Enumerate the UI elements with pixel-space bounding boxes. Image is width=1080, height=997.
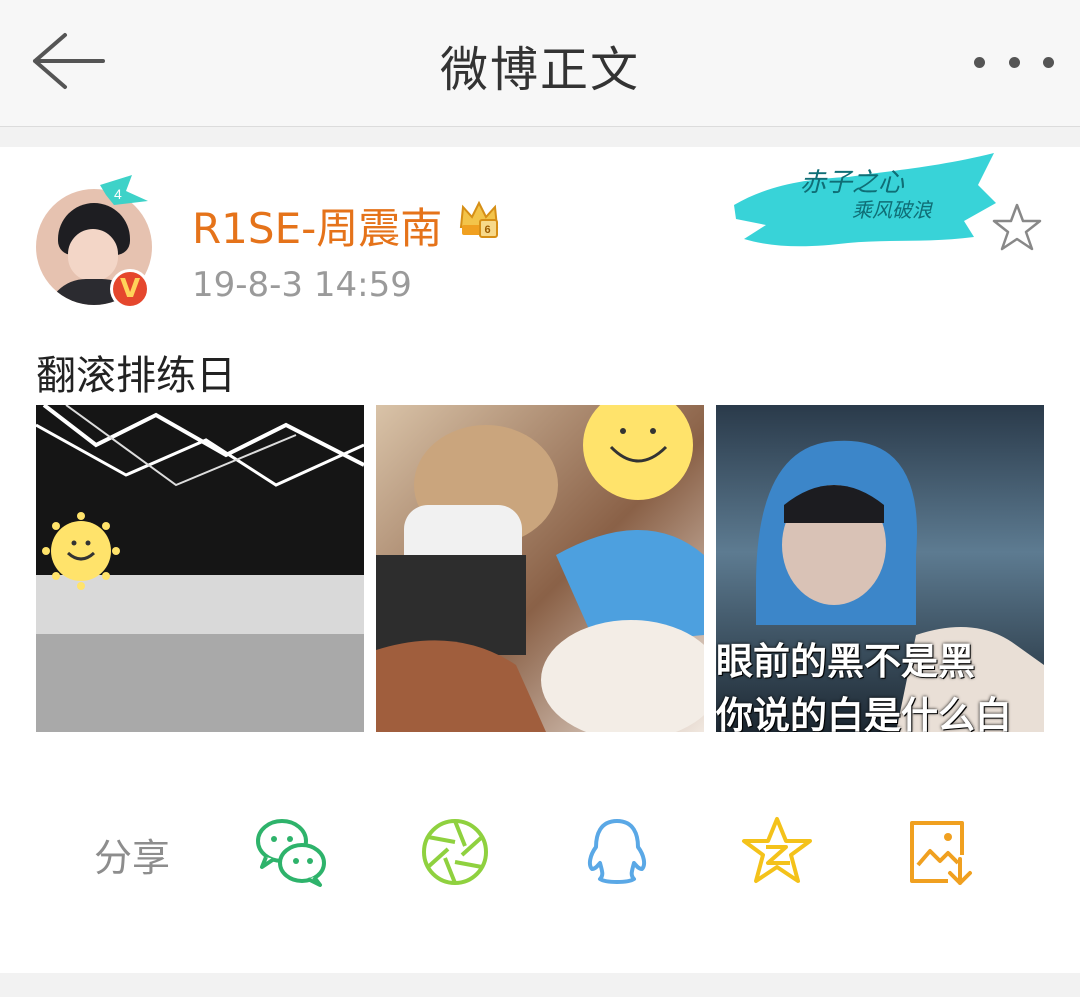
photo-2-image xyxy=(376,405,704,732)
meme-caption-line-1: 眼前的黑不是黑 xyxy=(716,640,975,683)
avatar-sparkle-icon: 4 xyxy=(100,175,148,205)
photo-1-image xyxy=(36,405,364,590)
qq-icon[interactable] xyxy=(578,813,656,891)
svg-text:4: 4 xyxy=(114,186,122,202)
favorite-star-icon[interactable] xyxy=(990,201,1044,255)
banner-sticker: 赤子之心 乘风破浪 xyxy=(734,153,996,247)
post-photo[interactable] xyxy=(376,405,704,732)
top-bar: 微博正文 xyxy=(0,0,1080,127)
svg-text:乘风破浪: 乘风破浪 xyxy=(852,200,933,222)
verified-badge: V xyxy=(110,269,150,309)
moments-icon[interactable] xyxy=(416,813,494,891)
post-card: 4 V R1SE-周震南 6 19-8-3 14:59 赤子之心 乘风破浪 翻滚… xyxy=(0,147,1080,973)
more-dot-icon xyxy=(974,56,985,68)
post-timestamp: 19-8-3 14:59 xyxy=(192,265,412,305)
crown-member-icon[interactable]: 6 xyxy=(456,197,502,243)
more-options-button[interactable] xyxy=(974,40,1054,84)
more-dot-icon xyxy=(1043,56,1054,68)
post-photo-meme[interactable]: 眼前的黑不是黑 你说的白是什么白 xyxy=(716,405,1044,732)
share-label: 分享 xyxy=(94,836,171,880)
svg-text:6: 6 xyxy=(485,224,491,236)
share-row: 分享 xyxy=(0,809,1080,889)
wechat-icon[interactable] xyxy=(252,813,330,891)
post-photo[interactable] xyxy=(36,405,364,732)
qzone-icon[interactable] xyxy=(738,813,816,891)
page-title: 微博正文 xyxy=(439,42,640,98)
meme-caption-line-2: 你说的白是什么白 xyxy=(716,694,1012,732)
svg-text:赤子之心: 赤子之心 xyxy=(800,168,905,197)
more-dot-icon xyxy=(1008,56,1020,68)
save-image-icon[interactable] xyxy=(900,813,978,891)
post-content: 翻滚排练日 xyxy=(36,353,236,399)
username[interactable]: R1SE-周震南 xyxy=(192,195,442,256)
